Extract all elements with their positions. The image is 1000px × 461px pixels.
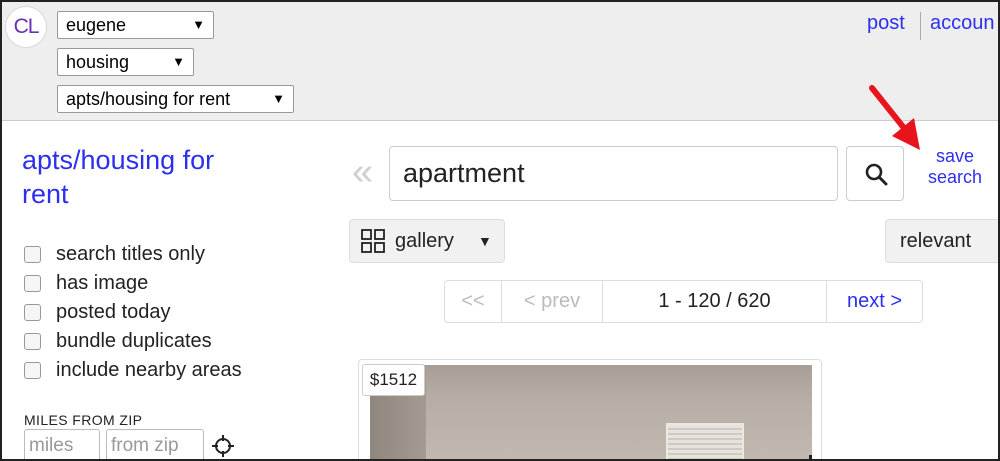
chevron-down-icon: ▼ (478, 233, 492, 249)
filter-label: has image (56, 272, 149, 294)
save-search-line2: search (927, 167, 983, 187)
sort-dropdown[interactable]: relevant (885, 219, 1000, 263)
grid-icon (361, 229, 385, 253)
checkbox[interactable] (24, 246, 41, 263)
save-search-link[interactable]: save search (924, 146, 986, 188)
price-badge: $1512 (362, 364, 425, 396)
category-title[interactable]: apts/housing for rent (22, 143, 262, 211)
city-select[interactable]: eugene ▼ (57, 11, 214, 39)
prev-page-button[interactable]: < prev (502, 281, 603, 322)
save-search-line1: save (935, 146, 975, 166)
header-link-divider (920, 12, 921, 40)
collapse-sidebar-icon[interactable]: « (352, 153, 373, 191)
category-select[interactable]: housing ▼ (57, 48, 194, 76)
result-range: 1 - 120 / 620 (603, 281, 827, 322)
photo-edge (809, 455, 812, 461)
search-icon (865, 163, 888, 186)
city-select-value: eugene (66, 15, 127, 35)
dropdown-caret-icon: ▼ (192, 17, 205, 32)
listing-photo[interactable] (370, 365, 812, 461)
category-select-value: housing (66, 52, 130, 72)
result-card[interactable] (358, 359, 822, 461)
checkbox[interactable] (24, 362, 41, 379)
filter-list: search titles only has image posted toda… (24, 240, 242, 385)
post-link[interactable]: post (867, 12, 905, 35)
filter-bundle-duplicates[interactable]: bundle duplicates (24, 327, 242, 356)
dropdown-caret-icon: ▼ (172, 54, 185, 69)
filter-search-titles-only[interactable]: search titles only (24, 240, 242, 269)
first-page-button[interactable]: << (445, 281, 502, 322)
filter-label: posted today (56, 301, 171, 323)
pagination: << < prev 1 - 120 / 620 next > (444, 280, 923, 323)
dropdown-caret-icon: ▼ (272, 91, 285, 106)
search-button[interactable] (846, 146, 904, 201)
checkbox[interactable] (24, 275, 41, 292)
checkbox[interactable] (24, 304, 41, 321)
filter-include-nearby-areas[interactable]: include nearby areas (24, 356, 242, 385)
header-bar: CL eugene ▼ housing ▼ apts/housing for r… (0, 0, 1000, 121)
miles-from-zip-label: MILES FROM ZIP (24, 412, 143, 428)
subcategory-select-value: apts/housing for rent (66, 89, 231, 109)
crosshair-icon[interactable] (211, 434, 235, 458)
next-page-button[interactable]: next > (827, 281, 922, 322)
view-mode-dropdown[interactable]: gallery ▼ (349, 219, 505, 263)
view-mode-label: gallery (395, 230, 454, 252)
subcategory-select[interactable]: apts/housing for rent ▼ (57, 85, 294, 113)
filter-label: bundle duplicates (56, 330, 212, 352)
search-input[interactable]: apartment (389, 146, 838, 201)
craigslist-logo[interactable]: CL (5, 6, 47, 48)
photo-window (666, 423, 744, 461)
annotation-arrow (869, 85, 920, 150)
filter-label: search titles only (56, 243, 205, 265)
filter-posted-today[interactable]: posted today (24, 298, 242, 327)
account-link[interactable]: accoun (930, 12, 995, 35)
zip-input[interactable]: from zip (106, 429, 204, 461)
filter-label: include nearby areas (56, 359, 242, 381)
checkbox[interactable] (24, 333, 41, 350)
filter-has-image[interactable]: has image (24, 269, 242, 298)
miles-input[interactable]: miles (24, 429, 100, 461)
